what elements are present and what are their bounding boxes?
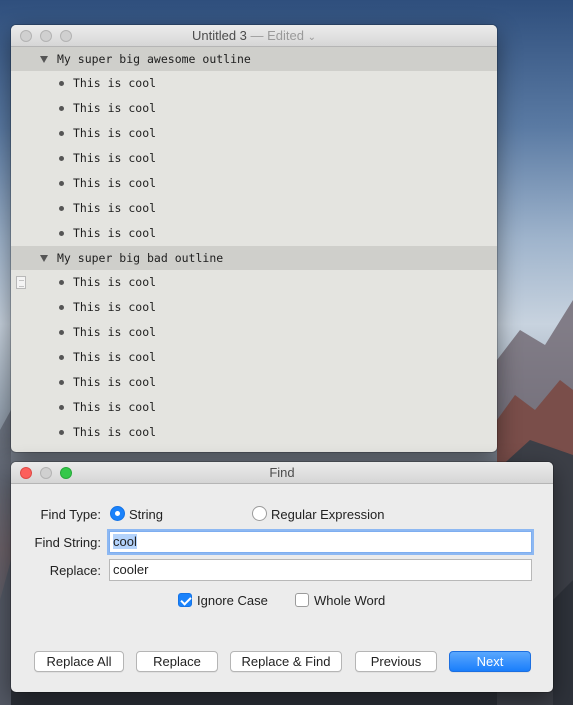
outline-item[interactable]: This is cool <box>11 370 497 395</box>
chevron-down-icon[interactable]: ⌄ <box>308 32 316 43</box>
find-type-label: Find Type: <box>40 507 101 522</box>
close-button[interactable] <box>20 467 32 479</box>
replace-button[interactable]: Replace <box>136 651 218 672</box>
outline-item-label: This is cool <box>73 101 157 115</box>
bullet-icon <box>59 131 64 136</box>
outline-item-label: This is cool <box>73 350 157 364</box>
outline-item[interactable]: This is cool <box>11 121 497 146</box>
find-string-label: Find String: <box>34 535 101 550</box>
whole-word-label[interactable]: Whole Word <box>314 593 385 608</box>
outline-item-label: This is cool <box>73 151 157 165</box>
outline-item-label: This is cool <box>73 300 157 314</box>
replace-value: cooler <box>113 562 149 577</box>
previous-button[interactable]: Previous <box>355 651 437 672</box>
bullet-icon <box>59 156 64 161</box>
bullet-icon <box>59 206 64 211</box>
outline-item-label: This is cool <box>73 425 157 439</box>
minimize-button[interactable] <box>40 30 52 42</box>
bullet-icon <box>59 280 64 285</box>
outline-group-label: My super big awesome outline <box>57 52 251 66</box>
zoom-button[interactable] <box>60 30 72 42</box>
bullet-icon <box>59 330 64 335</box>
bullet-icon <box>59 305 64 310</box>
find-window-title: Find <box>269 465 295 480</box>
outline-item-label: This is cool <box>73 400 157 414</box>
radio-string-label[interactable]: String <box>129 507 163 522</box>
outline-item[interactable]: This is cool <box>11 395 497 420</box>
outline-item-label: This is cool <box>73 176 157 190</box>
outline-window-titlebar: Untitled 3 — Edited ⌄ <box>11 25 497 47</box>
bullet-icon <box>59 231 64 236</box>
outline-item[interactable]: This is cool <box>11 221 497 246</box>
radio-regular-expression[interactable] <box>252 506 267 521</box>
disclosure-triangle-icon[interactable] <box>40 255 48 262</box>
outline-item-label: This is cool <box>73 201 157 215</box>
ignore-case-checkbox[interactable] <box>178 593 192 607</box>
outline-group-row[interactable]: My super big bad outline <box>11 246 497 270</box>
edited-status[interactable]: — Edited <box>251 28 304 43</box>
replace-input[interactable]: cooler <box>109 559 532 581</box>
replace-all-button[interactable]: Replace All <box>34 651 124 672</box>
outline-group-row[interactable]: My super big awesome outline <box>11 47 497 71</box>
outline-item-label: This is cool <box>73 275 157 289</box>
find-window-titlebar: Find <box>11 462 553 484</box>
bullet-icon <box>59 181 64 186</box>
outline-item[interactable]: This is cool <box>11 171 497 196</box>
note-icon[interactable] <box>16 276 26 289</box>
outline-item-label: This is cool <box>73 375 157 389</box>
outline-item[interactable]: This is cool <box>11 420 497 445</box>
ignore-case-label[interactable]: Ignore Case <box>197 593 268 608</box>
whole-word-checkbox[interactable] <box>295 593 309 607</box>
outline-item-label: This is cool <box>73 226 157 240</box>
disclosure-triangle-icon[interactable] <box>40 56 48 63</box>
find-panel: Find Find Type: String Regular Expressio… <box>11 462 553 692</box>
bullet-icon <box>59 106 64 111</box>
replace-and-find-button[interactable]: Replace & Find <box>230 651 342 672</box>
find-string-value: cool <box>113 534 137 549</box>
replace-label: Replace: <box>49 563 101 578</box>
outline-item-label: This is cool <box>73 76 157 90</box>
radio-string[interactable] <box>110 506 125 521</box>
bullet-icon <box>59 430 64 435</box>
window-controls <box>20 467 72 479</box>
next-button[interactable]: Next <box>449 651 531 672</box>
outline-item[interactable]: This is cool <box>11 196 497 221</box>
window-title: Untitled 3 <box>191 28 247 43</box>
outline-item-label: This is cool <box>73 126 157 140</box>
outline-item-label: This is cool <box>73 325 157 339</box>
bullet-icon <box>59 380 64 385</box>
outline-item[interactable]: This is cool <box>11 345 497 370</box>
outline-item[interactable]: This is cool <box>11 71 497 96</box>
bullet-icon <box>59 81 64 86</box>
outline-item[interactable]: This is cool <box>11 96 497 121</box>
outline-item[interactable]: This is cool <box>11 146 497 171</box>
outline-item[interactable]: This is cool <box>11 320 497 345</box>
outline-view: My super big awesome outline This is coo… <box>11 47 497 445</box>
bullet-icon <box>59 405 64 410</box>
find-string-input[interactable]: cool <box>109 531 532 553</box>
radio-regex-label[interactable]: Regular Expression <box>271 507 384 522</box>
bullet-icon <box>59 355 64 360</box>
outline-item[interactable]: This is cool <box>11 295 497 320</box>
zoom-button[interactable] <box>60 467 72 479</box>
window-controls <box>20 30 72 42</box>
outline-group-label: My super big bad outline <box>57 251 224 265</box>
outline-document-window: Untitled 3 — Edited ⌄ My super big aweso… <box>11 25 497 452</box>
minimize-button[interactable] <box>40 467 52 479</box>
outline-item[interactable]: This is cool <box>11 270 497 295</box>
close-button[interactable] <box>20 30 32 42</box>
